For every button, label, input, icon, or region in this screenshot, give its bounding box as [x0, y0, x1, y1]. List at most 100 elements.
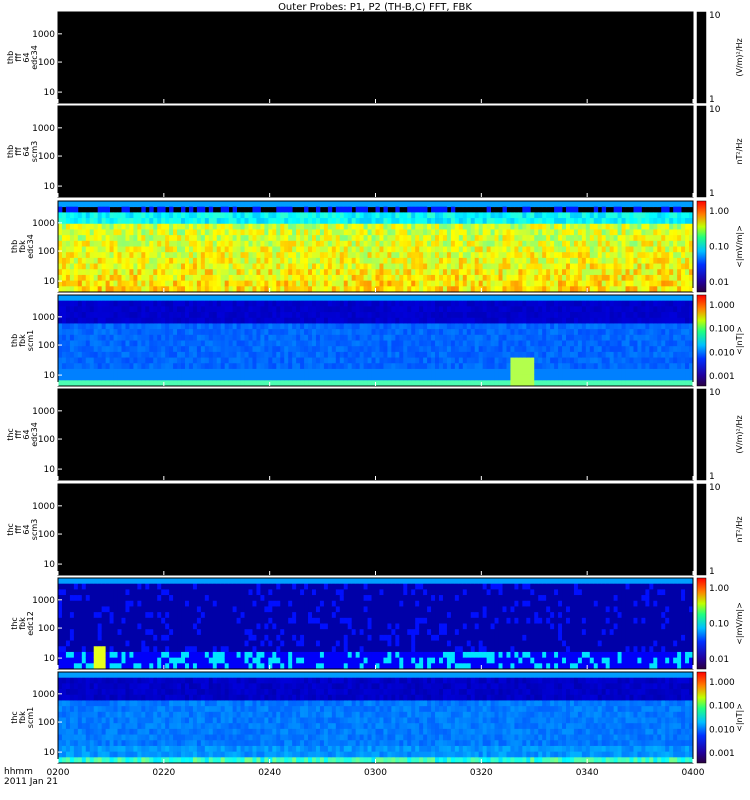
spectrogram-cell	[121, 235, 126, 242]
spectrogram-cell	[220, 380, 226, 387]
spectrogram-cell	[577, 363, 583, 370]
spectrogram-cell	[530, 374, 535, 381]
spectrogram-cell	[458, 229, 464, 236]
spectrogram-cell	[534, 269, 539, 276]
spectrogram-cell	[200, 223, 206, 230]
spectrogram-cell	[411, 257, 416, 264]
spectrogram-cell	[125, 235, 130, 242]
spectrogram-cell	[133, 212, 138, 219]
spectrogram-cell	[113, 380, 118, 387]
spectrogram-cell	[498, 269, 503, 276]
spectrogram-cell	[613, 263, 618, 270]
spectrogram-cell	[109, 269, 114, 276]
spectrogram-cell	[312, 363, 317, 370]
spectrogram-cell	[625, 351, 630, 358]
spectrogram-cell	[629, 295, 634, 302]
spectrogram-cell	[510, 346, 515, 353]
spectrogram-cell	[304, 380, 309, 387]
spectrogram-cell	[395, 306, 400, 313]
spectrogram-cell	[454, 317, 460, 324]
spectrogram-cell	[339, 274, 345, 282]
spectrogram-cell	[312, 235, 317, 242]
spectrogram-cell	[232, 274, 237, 282]
spectrogram-cell	[327, 286, 333, 293]
spectrogram-cell	[494, 218, 499, 225]
spectrogram-cell	[621, 334, 626, 341]
spectrogram-cell	[323, 269, 329, 276]
spectrogram-cell	[268, 357, 273, 364]
spectrogram-cell	[304, 269, 309, 276]
spectrogram-cell	[546, 263, 551, 270]
spectrogram-cell	[117, 280, 122, 287]
spectrogram-cell	[446, 300, 452, 307]
spectrogram-cell	[351, 368, 357, 376]
spectrogram-cell	[462, 212, 468, 219]
spectrogram-cell	[407, 286, 412, 293]
spectrogram-cell	[474, 329, 480, 336]
spectrogram-cell	[185, 357, 190, 364]
spectrogram-cell	[137, 212, 142, 219]
spectrogram-cell	[411, 340, 416, 347]
spectrogram-cell	[220, 351, 226, 358]
spectrogram-cell	[657, 380, 662, 387]
spectrogram-cell	[407, 295, 412, 302]
spectrogram-cell	[446, 280, 452, 287]
spectrogram-cell	[105, 280, 110, 287]
spectrogram-cell	[673, 218, 678, 225]
spectrogram-cell	[522, 274, 527, 282]
spectrogram-cell	[399, 334, 404, 341]
spectrogram-cell	[665, 218, 670, 225]
spectrogram-cell	[129, 235, 134, 242]
spectrogram-cell	[621, 274, 626, 282]
spectrogram-cell	[236, 340, 241, 347]
spectrogram-cell	[494, 263, 499, 270]
spectrogram-cell	[208, 300, 214, 307]
spectrogram-cell	[621, 286, 626, 293]
spectrogram-cell	[462, 286, 468, 293]
spectrogram-cell	[264, 340, 269, 347]
spectrogram-cell	[498, 340, 503, 347]
spectrogram-cell	[73, 380, 79, 387]
spectrogram-cell	[637, 206, 642, 213]
spectrogram-cell	[542, 374, 547, 381]
spectrogram-cell	[609, 229, 615, 236]
spectrogram-cell	[101, 374, 107, 381]
spectrogram-cell	[419, 263, 424, 270]
spectrogram-cell	[149, 212, 154, 219]
spectrogram-cell	[312, 368, 317, 376]
spectrogram-cell	[260, 280, 265, 287]
spectrogram-cell	[399, 246, 404, 253]
spectrogram-cell	[252, 340, 257, 347]
spectrogram-cell	[367, 329, 372, 336]
spectrogram-cell	[355, 380, 361, 387]
spectrogram-cell	[113, 340, 118, 347]
spectrogram-cell	[657, 218, 662, 225]
spectrogram-cell	[562, 280, 567, 287]
spectrogram-cell	[609, 380, 615, 387]
spectrogram-cell	[419, 269, 424, 276]
spectrogram-cell	[454, 263, 460, 270]
spectrogram-cell	[657, 252, 662, 259]
spectrogram-cell	[454, 201, 460, 208]
spectrogram-cell	[89, 218, 95, 225]
spectrogram-cell	[534, 363, 539, 370]
spectrogram-cell	[276, 229, 281, 236]
spectrogram-cell	[450, 240, 456, 247]
spectrogram-cell	[645, 235, 650, 242]
spectrogram-cell	[196, 306, 202, 313]
spectrogram-cell	[558, 280, 563, 287]
spectrogram-cell	[577, 201, 583, 208]
spectrogram-cell	[228, 306, 234, 313]
spectrogram-cell	[526, 212, 531, 219]
spectrogram-cell	[589, 317, 595, 324]
spectrogram-cell	[573, 295, 579, 302]
spectrogram-cell	[169, 240, 174, 247]
spectrogram-cell	[181, 329, 186, 336]
spectrogram-cell	[625, 357, 630, 364]
spectrogram-cell	[240, 368, 245, 376]
spectrogram-cell	[351, 312, 357, 319]
spectrogram-cell	[395, 218, 400, 225]
spectrogram-cell	[514, 300, 519, 307]
spectrogram-cell	[427, 363, 432, 370]
spectrogram-cell	[419, 300, 424, 307]
